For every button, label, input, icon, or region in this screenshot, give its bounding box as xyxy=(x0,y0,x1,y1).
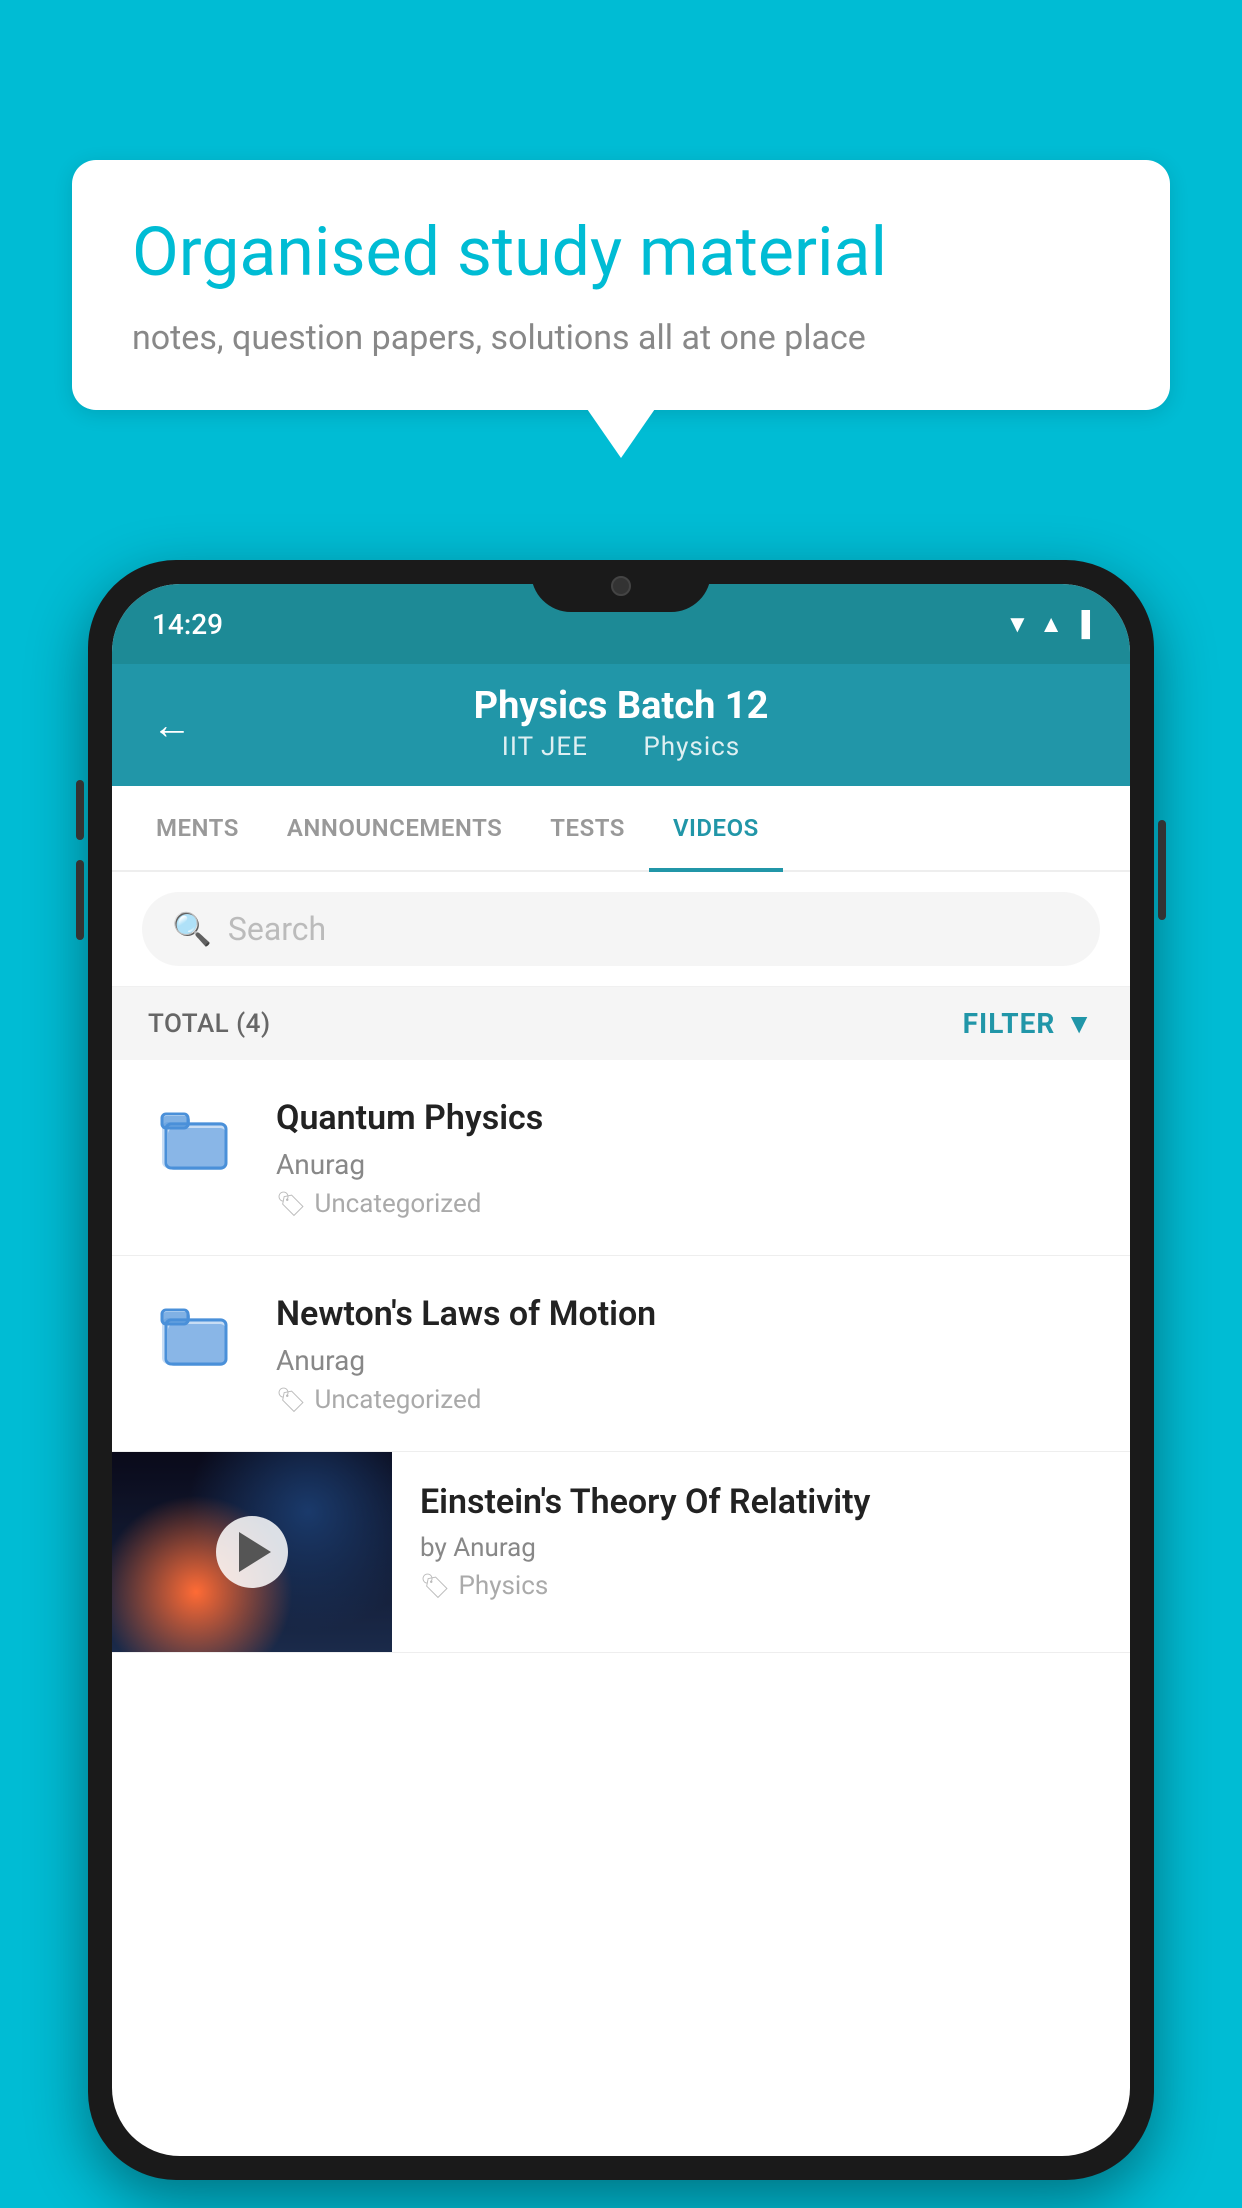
tab-tests[interactable]: TESTS xyxy=(526,786,649,870)
search-input-wrapper[interactable]: 🔍 Search xyxy=(142,892,1100,966)
subtitle-iit: IIT JEE xyxy=(502,732,588,762)
phone-notch xyxy=(531,560,711,612)
play-icon xyxy=(239,1532,271,1572)
status-time: 14:29 xyxy=(152,608,223,641)
phone-screen: 14:29 ▼ ▲ ▐ ← Physics Batch 12 IIT JEE P… xyxy=(112,584,1130,2156)
play-button[interactable] xyxy=(216,1516,288,1588)
tag-icon: 🏷 xyxy=(276,1386,306,1414)
folder-icon xyxy=(158,1296,238,1376)
tab-announcements[interactable]: ANNOUNCEMENTS xyxy=(263,786,526,870)
speech-bubble: Organised study material notes, question… xyxy=(72,160,1170,410)
tabs-bar: MENTS ANNOUNCEMENTS TESTS VIDEOS xyxy=(112,786,1130,872)
battery-icon: ▐ xyxy=(1073,610,1090,639)
tag-icon: 🏷 xyxy=(276,1190,306,1218)
video-tag: 🏷 Uncategorized xyxy=(276,1385,1094,1415)
back-button[interactable]: ← xyxy=(152,702,192,749)
bubble-title: Organised study material xyxy=(132,212,1110,294)
video-icon-area xyxy=(148,1292,248,1376)
header-title: Physics Batch 12 xyxy=(474,684,769,728)
signal-icon: ▲ xyxy=(1039,610,1063,639)
video-info: Quantum Physics Anurag 🏷 Uncategorized xyxy=(276,1096,1094,1219)
search-icon: 🔍 xyxy=(172,910,212,948)
tab-videos[interactable]: VIDEOS xyxy=(649,786,783,870)
volume-down-button[interactable] xyxy=(76,860,84,940)
video-author: Anurag xyxy=(276,1344,1094,1377)
search-input[interactable]: Search xyxy=(228,910,326,948)
total-count: TOTAL (4) xyxy=(148,1009,271,1039)
video-title: Newton's Laws of Motion xyxy=(276,1292,1094,1336)
video-tag: 🏷 Physics xyxy=(420,1571,1102,1601)
video-title: Quantum Physics xyxy=(276,1096,1094,1140)
power-button[interactable] xyxy=(1158,820,1166,920)
front-camera xyxy=(611,576,631,596)
filter-label: FILTER xyxy=(963,1007,1056,1040)
list-item[interactable]: Einstein's Theory Of Relativity by Anura… xyxy=(112,1452,1130,1653)
video-author: Anurag xyxy=(276,1148,1094,1181)
phone-outer: 14:29 ▼ ▲ ▐ ← Physics Batch 12 IIT JEE P… xyxy=(88,560,1154,2180)
volume-up-button[interactable] xyxy=(76,780,84,840)
video-info: Einstein's Theory Of Relativity by Anura… xyxy=(392,1452,1130,1628)
phone-container: 14:29 ▼ ▲ ▐ ← Physics Batch 12 IIT JEE P… xyxy=(88,560,1154,2208)
tab-ments[interactable]: MENTS xyxy=(132,786,263,870)
video-thumbnail xyxy=(112,1452,392,1652)
bubble-subtitle: notes, question papers, solutions all at… xyxy=(132,318,1110,358)
subtitle-physics: Physics xyxy=(643,732,740,762)
video-author: by Anurag xyxy=(420,1533,1102,1563)
app-header: ← Physics Batch 12 IIT JEE Physics xyxy=(112,664,1130,786)
wifi-icon: ▼ xyxy=(1005,610,1029,639)
filter-button[interactable]: FILTER ▼ xyxy=(963,1007,1094,1040)
video-list: Quantum Physics Anurag 🏷 Uncategorized xyxy=(112,1060,1130,1653)
folder-icon xyxy=(158,1100,238,1180)
status-icons: ▼ ▲ ▐ xyxy=(1005,610,1090,639)
tag-icon: 🏷 xyxy=(420,1572,450,1600)
search-bar-container: 🔍 Search xyxy=(112,872,1130,987)
video-title: Einstein's Theory Of Relativity xyxy=(420,1480,1102,1524)
filter-row: TOTAL (4) FILTER ▼ xyxy=(112,987,1130,1060)
video-tag: 🏷 Uncategorized xyxy=(276,1189,1094,1219)
video-icon-area xyxy=(148,1096,248,1180)
list-item[interactable]: Quantum Physics Anurag 🏷 Uncategorized xyxy=(112,1060,1130,1256)
list-item[interactable]: Newton's Laws of Motion Anurag 🏷 Uncateg… xyxy=(112,1256,1130,1452)
tag-label: Uncategorized xyxy=(314,1385,481,1415)
video-info: Newton's Laws of Motion Anurag 🏷 Uncateg… xyxy=(276,1292,1094,1415)
tag-label: Physics xyxy=(458,1571,548,1601)
filter-icon: ▼ xyxy=(1065,1007,1094,1040)
tag-label: Uncategorized xyxy=(314,1189,481,1219)
header-subtitle: IIT JEE Physics xyxy=(490,732,752,762)
